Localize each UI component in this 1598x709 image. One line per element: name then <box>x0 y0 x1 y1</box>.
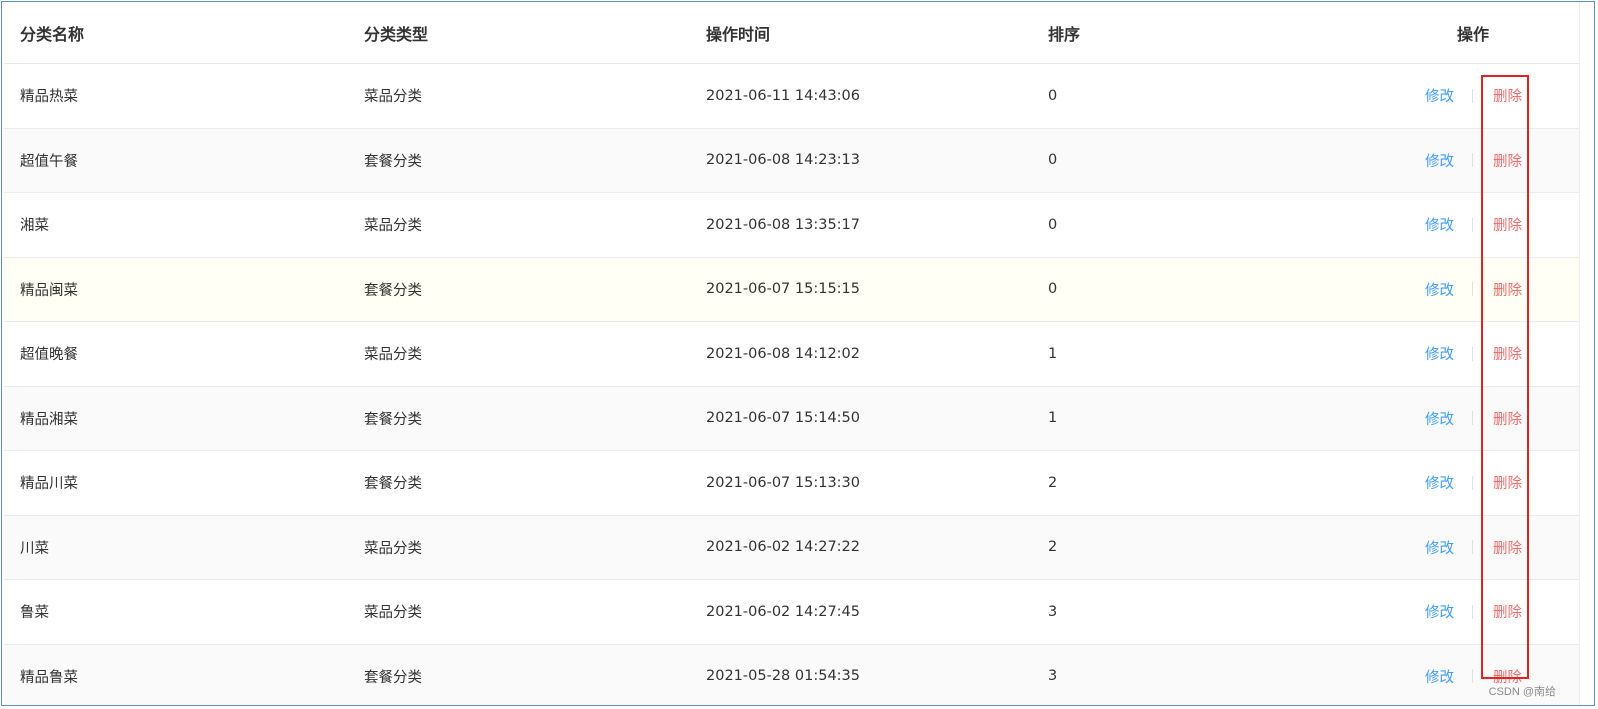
cell-sort: 0 <box>1048 152 1058 169</box>
header-category-type: 分类类型 <box>364 24 429 44</box>
row-actions: 修改 删除 <box>1425 451 1522 515</box>
cell-category-name: 精品热菜 <box>20 89 78 106</box>
table-row: 精品川菜 套餐分类 2021-06-07 15:13:30 2 修改 删除 <box>4 451 1579 516</box>
action-divider <box>1472 88 1473 103</box>
table-row: 精品闽菜 套餐分类 2021-06-07 15:15:15 0 修改 删除 <box>4 257 1579 322</box>
cell-category-type: 菜品分类 <box>364 605 422 622</box>
action-divider <box>1472 153 1473 168</box>
edit-link[interactable]: 修改 <box>1425 343 1454 364</box>
cell-category-name: 湘菜 <box>20 218 49 235</box>
cell-category-type: 菜品分类 <box>364 540 422 557</box>
cell-operation-time: 2021-06-08 14:12:02 <box>706 345 860 362</box>
row-actions: 修改 删除 <box>1425 64 1522 128</box>
table-row: 超值晚餐 菜品分类 2021-06-08 14:12:02 1 修改 删除 <box>4 322 1579 387</box>
table-body: 精品热菜 菜品分类 2021-06-11 14:43:06 0 修改 删除 超值午餐 套餐分类… <box>4 64 1579 705</box>
header-operations: 操作 <box>1457 24 1490 44</box>
delete-link[interactable]: 删除 <box>1493 279 1522 300</box>
cell-sort: 0 <box>1048 281 1058 298</box>
table-right-border <box>1579 2 1580 705</box>
watermark: CSDN @南给 <box>1488 686 1556 698</box>
edit-link[interactable]: 修改 <box>1425 472 1454 493</box>
table-row: 精品热菜 菜品分类 2021-06-11 14:43:06 0 修改 删除 <box>4 64 1579 129</box>
row-actions: 修改 删除 <box>1425 322 1522 386</box>
action-divider <box>1472 540 1473 555</box>
cell-category-name: 精品湘菜 <box>20 411 78 428</box>
cell-category-type: 套餐分类 <box>364 282 422 299</box>
cell-category-type: 套餐分类 <box>364 411 422 428</box>
cell-category-name: 精品川菜 <box>20 476 78 493</box>
cell-category-name: 鲁菜 <box>20 605 49 622</box>
delete-link[interactable]: 删除 <box>1493 601 1522 622</box>
delete-link[interactable]: 删除 <box>1493 472 1522 493</box>
table-row: 超值午餐 套餐分类 2021-06-08 14:23:13 0 修改 删除 <box>4 128 1579 193</box>
cell-sort: 3 <box>1048 603 1058 620</box>
cell-sort: 1 <box>1048 345 1058 362</box>
row-actions: 修改 删除 <box>1425 387 1522 451</box>
cell-category-type: 菜品分类 <box>364 89 422 106</box>
cell-category-type: 菜品分类 <box>364 347 422 364</box>
cell-sort: 2 <box>1048 474 1058 491</box>
row-actions: 修改 删除 <box>1425 580 1522 644</box>
cell-category-name: 超值晚餐 <box>20 347 78 364</box>
delete-link[interactable]: 删除 <box>1493 537 1522 558</box>
cell-category-type: 菜品分类 <box>364 218 422 235</box>
cell-category-name: 超值午餐 <box>20 153 78 170</box>
header-sort: 排序 <box>1048 24 1081 44</box>
cell-operation-time: 2021-06-02 14:27:45 <box>706 603 860 620</box>
cell-category-type: 套餐分类 <box>364 669 422 686</box>
action-divider <box>1472 217 1473 232</box>
edit-link[interactable]: 修改 <box>1425 150 1454 171</box>
cell-operation-time: 2021-06-02 14:27:22 <box>706 539 860 556</box>
cell-operation-time: 2021-05-28 01:54:35 <box>706 668 860 685</box>
edit-link[interactable]: 修改 <box>1425 666 1454 687</box>
table-row: 鲁菜 菜品分类 2021-06-02 14:27:45 3 修改 删除 <box>4 580 1579 645</box>
header-category-name: 分类名称 <box>20 24 85 44</box>
row-actions: 修改 删除 <box>1425 193 1522 257</box>
cell-category-name: 精品鲁菜 <box>20 669 78 686</box>
cell-operation-time: 2021-06-07 15:15:15 <box>706 281 860 298</box>
edit-link[interactable]: 修改 <box>1425 601 1454 622</box>
cell-category-name: 川菜 <box>20 540 49 557</box>
cell-operation-time: 2021-06-11 14:43:06 <box>706 87 860 104</box>
cell-category-type: 套餐分类 <box>364 153 422 170</box>
cell-operation-time: 2021-06-08 13:35:17 <box>706 216 860 233</box>
cell-operation-time: 2021-06-08 14:23:13 <box>706 152 860 169</box>
action-divider <box>1472 346 1473 361</box>
cell-sort: 2 <box>1048 539 1058 556</box>
action-divider <box>1472 282 1473 297</box>
table-row: 湘菜 菜品分类 2021-06-08 13:35:17 0 修改 删除 <box>4 193 1579 258</box>
cell-sort: 3 <box>1048 668 1058 685</box>
cell-sort: 1 <box>1048 410 1058 427</box>
delete-link[interactable]: 删除 <box>1493 214 1522 235</box>
cell-category-name: 精品闽菜 <box>20 282 78 299</box>
edit-link[interactable]: 修改 <box>1425 85 1454 106</box>
delete-link[interactable]: 删除 <box>1493 343 1522 364</box>
table-row: 精品鲁菜 套餐分类 2021-05-28 01:54:35 3 修改 删除 <box>4 644 1579 705</box>
table-row: 精品湘菜 套餐分类 2021-06-07 15:14:50 1 修改 删除 <box>4 386 1579 451</box>
edit-link[interactable]: 修改 <box>1425 279 1454 300</box>
cell-category-type: 套餐分类 <box>364 476 422 493</box>
edit-link[interactable]: 修改 <box>1425 408 1454 429</box>
action-divider <box>1472 669 1473 684</box>
action-divider <box>1472 475 1473 490</box>
delete-link[interactable]: 删除 <box>1493 85 1522 106</box>
delete-link[interactable]: 删除 <box>1493 150 1522 171</box>
category-table: 分类名称 分类类型 操作时间 排序 操作 精品热菜 菜品分类 2021-06-11 … <box>4 2 1579 705</box>
delete-link[interactable]: 删除 <box>1493 408 1522 429</box>
cell-operation-time: 2021-06-07 15:13:30 <box>706 474 860 491</box>
table-header: 分类名称 分类类型 操作时间 排序 操作 <box>4 2 1579 64</box>
action-divider <box>1472 604 1473 619</box>
header-operation-time: 操作时间 <box>706 24 771 44</box>
edit-link[interactable]: 修改 <box>1425 537 1454 558</box>
cell-operation-time: 2021-06-07 15:14:50 <box>706 410 860 427</box>
action-divider <box>1472 411 1473 426</box>
table-row: 川菜 菜品分类 2021-06-02 14:27:22 2 修改 删除 <box>4 515 1579 580</box>
row-actions: 修改 删除 <box>1425 258 1522 322</box>
edit-link[interactable]: 修改 <box>1425 214 1454 235</box>
cell-sort: 0 <box>1048 216 1058 233</box>
row-actions: 修改 删除 <box>1425 129 1522 193</box>
cell-sort: 0 <box>1048 87 1058 104</box>
screenshot-frame: 分类名称 分类类型 操作时间 排序 操作 精品热菜 菜品分类 2021-06-11 … <box>1 1 1595 706</box>
row-actions: 修改 删除 <box>1425 516 1522 580</box>
